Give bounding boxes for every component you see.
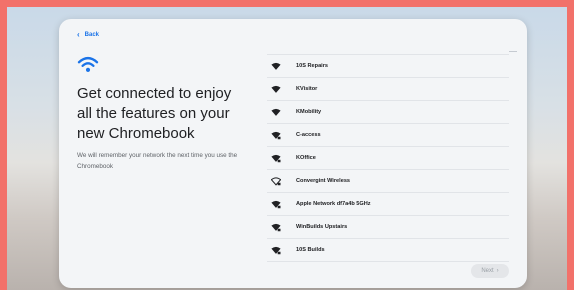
network-name: KVisitor — [296, 86, 318, 92]
chevron-left-icon: ‹ — [77, 30, 80, 39]
wifi-secured-icon — [271, 154, 281, 162]
wifi-secured-icon — [271, 131, 281, 139]
network-item[interactable]: 10S Repairs — [267, 55, 509, 78]
wifi-filled-icon — [271, 85, 281, 93]
lock-icon — [277, 251, 281, 254]
lock-icon — [277, 136, 281, 139]
network-item[interactable]: 10S Builds — [267, 239, 509, 262]
network-name: C-access — [296, 132, 321, 138]
page-title: Get connected to enjoy all the features … — [77, 85, 232, 142]
network-item[interactable]: KMobility — [267, 101, 509, 124]
network-name: Apple Network df7a4b 5GHz — [296, 201, 371, 207]
lock-icon — [277, 159, 281, 162]
wifi-filled-icon — [271, 62, 281, 70]
wifi-outline-secured-icon — [271, 176, 281, 186]
next-button[interactable]: Next › — [471, 264, 509, 278]
network-list: 10S Repairs KVisitor KMobility C-access KOff… — [267, 54, 509, 262]
network-item[interactable]: Convergint Wireless — [267, 170, 509, 193]
lock-icon — [277, 205, 281, 208]
lock-icon — [277, 182, 281, 185]
next-label: Next — [481, 268, 494, 274]
network-name: WinBuilds Upstairs — [296, 224, 348, 230]
network-item[interactable]: C-access — [267, 124, 509, 147]
network-name: 10S Builds — [296, 247, 325, 253]
network-item[interactable]: KVisitor — [267, 78, 509, 101]
network-name: KMobility — [296, 109, 322, 115]
scrollbar[interactable] — [509, 51, 517, 52]
wifi-secured-icon — [271, 200, 281, 208]
network-item[interactable]: KOffice — [267, 147, 509, 170]
chevron-right-icon: › — [496, 268, 499, 274]
network-name: 10S Repairs — [296, 63, 329, 69]
wifi-filled-icon — [271, 108, 281, 116]
lock-icon — [277, 228, 281, 231]
network-item[interactable]: Apple Network df7a4b 5GHz — [267, 193, 509, 216]
wifi-icon — [77, 56, 99, 72]
oobe-network-dialog: ‹ Back Get connected to enjoy all the fe… — [59, 19, 527, 288]
back-label: Back — [84, 32, 100, 38]
wifi-secured-icon — [271, 223, 281, 231]
network-item[interactable]: WinBuilds Upstairs — [267, 216, 509, 239]
wifi-secured-icon — [271, 246, 281, 254]
network-name: KOffice — [296, 155, 316, 161]
back-button[interactable]: ‹ Back — [77, 31, 99, 39]
network-name: Convergint Wireless — [296, 178, 351, 184]
page-subtitle: We will remember your network the next t… — [77, 152, 238, 170]
